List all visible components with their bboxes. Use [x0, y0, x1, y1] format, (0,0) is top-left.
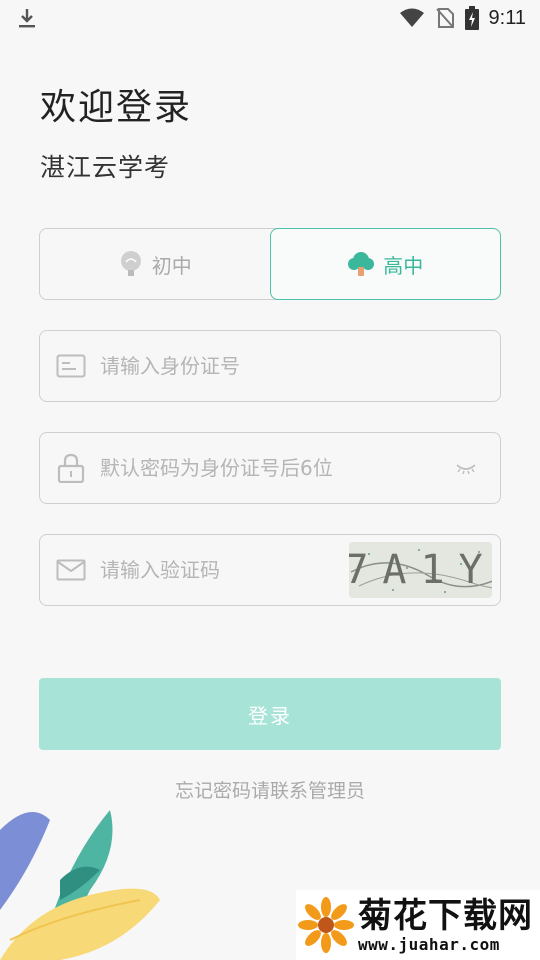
status-bar: 9:11: [0, 0, 540, 36]
page-subtitle: 湛江云学考: [40, 153, 171, 182]
option-label: 初中: [151, 253, 192, 278]
battery-charging-icon: [464, 6, 479, 30]
option-label: 高中: [383, 253, 424, 278]
id-card-icon: [56, 351, 86, 381]
leaves-decoration: [0, 810, 160, 960]
login-button[interactable]: 登录: [39, 678, 501, 750]
page-title: 欢迎登录: [40, 87, 193, 128]
flower-logo-icon: [298, 897, 354, 953]
tree-bulb-icon: [120, 251, 141, 276]
id-number-field: [39, 330, 501, 402]
captcha-field: 7A1Y: [39, 534, 501, 606]
watermark: 菊花下载网 www.juahar.com: [296, 890, 540, 960]
option-senior-high[interactable]: 高中: [269, 228, 501, 300]
download-icon: [19, 9, 35, 28]
watermark-url: www.juahar.com: [358, 934, 500, 954]
option-junior-high[interactable]: 初中: [40, 229, 270, 299]
captcha-input[interactable]: [100, 558, 349, 582]
id-number-input[interactable]: [100, 354, 500, 378]
status-time: 9:11: [488, 6, 526, 29]
eye-closed-icon[interactable]: [454, 460, 478, 476]
school-level-selector: 初中 高中: [39, 228, 501, 300]
no-sim-icon: [435, 8, 454, 28]
password-input[interactable]: [100, 456, 454, 480]
captcha-image[interactable]: 7A1Y: [349, 542, 492, 598]
wifi-icon: [399, 8, 424, 27]
watermark-title: 菊花下载网: [358, 895, 533, 936]
lock-icon: [56, 453, 86, 483]
tree-icon: [348, 252, 375, 276]
captcha-text: 7A1Y: [349, 547, 492, 593]
mail-icon: [56, 555, 86, 585]
forgot-password-text: 忘记密码请联系管理员: [174, 780, 365, 802]
password-field: [39, 432, 501, 504]
